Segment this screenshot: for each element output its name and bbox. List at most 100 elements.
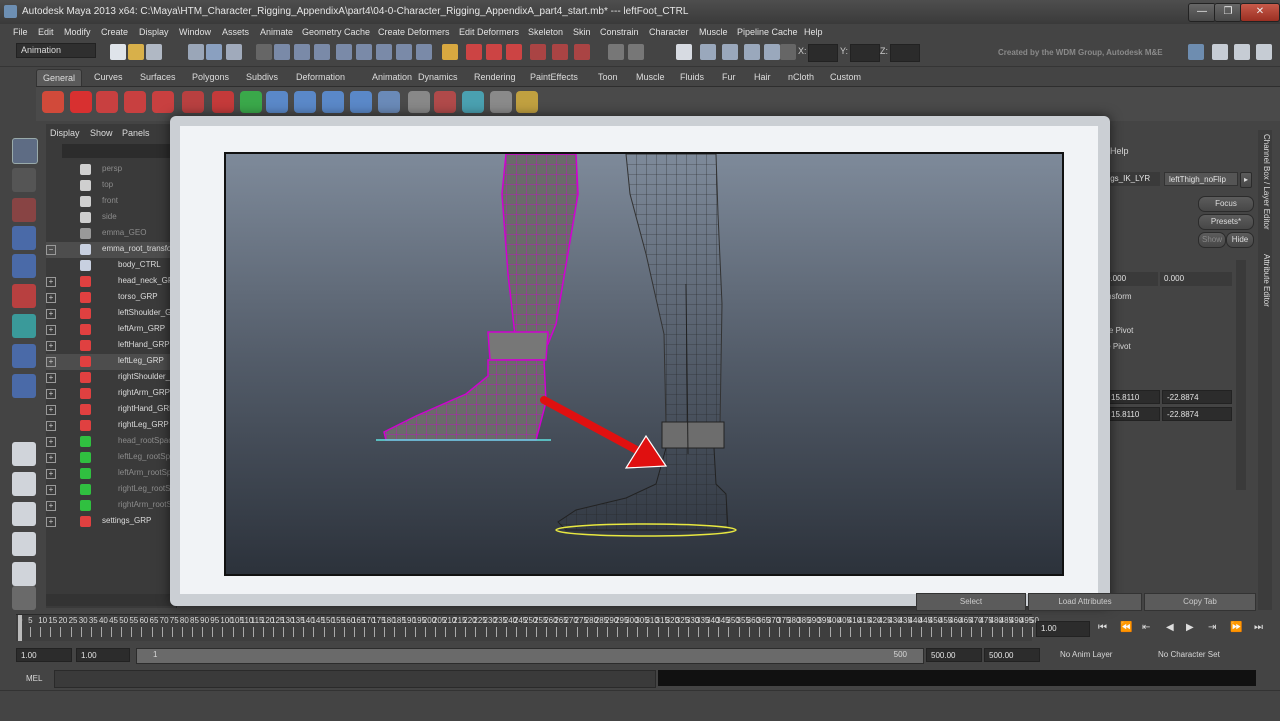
shelf-tab-custom[interactable]: Custom [824,69,867,85]
menu-edit[interactable]: Edit [38,27,54,37]
outliner-row[interactable]: side [46,210,178,226]
expand-icon[interactable]: + [46,325,56,335]
load-attributes-button[interactable]: Load Attributes [1028,593,1142,611]
transform-icon[interactable] [780,44,796,60]
outliner-row[interactable]: + head_neck_GRP [46,274,178,290]
shelf-tab-animation[interactable]: Animation [366,69,418,85]
menu-help[interactable]: Help [804,27,823,37]
select-object-icon[interactable] [206,44,222,60]
expand-icon[interactable]: + [46,421,56,431]
layer-tab-next-icon[interactable]: ▸ [1240,172,1252,188]
menu-geometry-cache[interactable]: Geometry Cache [302,27,370,37]
select-hierarchy-icon[interactable] [188,44,204,60]
select-component-icon[interactable] [226,44,242,60]
outliner-row[interactable]: + leftLeg_rootSpace [46,450,178,466]
menu-create-deformers[interactable]: Create Deformers [378,27,450,37]
outliner-row[interactable]: top [46,178,178,194]
outliner-menu-display[interactable]: Display [50,128,80,138]
right-leg-mesh[interactable] [555,153,737,537]
expand-icon[interactable]: + [46,373,56,383]
shelf-tool-15-icon[interactable] [434,91,456,113]
outliner-horizontal-scrollbar[interactable] [46,594,176,606]
shelf-tab-curves[interactable]: Curves [88,69,129,85]
outliner-row[interactable]: + rightHand_GRP [46,402,178,418]
time-slider[interactable]: 0510152025303540455055606570758085909510… [16,614,1039,641]
snap-live-icon[interactable] [356,44,372,60]
shelf-tool-16-icon[interactable] [462,91,484,113]
expand-icon[interactable]: + [46,485,56,495]
outliner-row[interactable]: + leftLeg_GRP [46,354,178,370]
menu-character[interactable]: Character [649,27,689,37]
expand-icon[interactable]: + [46,309,56,319]
outliner-menu-show[interactable]: Show [90,128,113,138]
expand-icon[interactable]: + [46,389,56,399]
menu-pipeline-cache[interactable]: Pipeline Cache [737,27,798,37]
outliner-row[interactable]: + rightArm_GRP [46,386,178,402]
outliner-row[interactable]: + torso_GRP [46,290,178,306]
outliner-row[interactable]: + rightLeg_GRP [46,418,178,434]
shelf-tool-3-icon[interactable] [96,91,118,113]
presets-button[interactable]: Presets* [1198,214,1254,230]
outliner-row[interactable]: − emma_root_transform [46,242,178,258]
snap-view-icon[interactable] [314,44,330,60]
outliner-filter-field[interactable] [62,144,176,158]
shelf-tool-18-icon[interactable] [516,91,538,113]
outliner-row[interactable]: + settings_GRP [46,514,178,530]
layout-custom-icon[interactable] [12,586,36,610]
shelf-tab-hair[interactable]: Hair [748,69,777,85]
panel-layout-2-icon[interactable] [1234,44,1250,60]
menu-modify[interactable]: Modify [64,27,91,37]
shelf-tab-fur[interactable]: Fur [716,69,742,85]
channel-help-menu[interactable]: Help [1110,146,1129,156]
layer-tab-leftthigh[interactable]: leftThigh_noFlip [1164,172,1238,186]
step-back-frame-icon[interactable]: ⇤ [1142,622,1150,633]
expand-icon[interactable]: + [46,453,56,463]
play-forward-icon[interactable]: ▶ [1186,622,1194,633]
playback-start-field[interactable]: 1.00 [76,648,130,662]
question-icon[interactable] [416,44,432,60]
menu-constrain[interactable]: Constrain [600,27,639,37]
shelf-help-icon[interactable] [70,91,92,113]
attr-field-1[interactable]: 0.000 [1102,272,1158,286]
menu-skeleton[interactable]: Skeleton [528,27,563,37]
outliner-row[interactable]: + rightShoulder_GRP [46,370,178,386]
render-layers-icon[interactable] [574,44,590,60]
panel-layout-3-icon[interactable] [1256,44,1272,60]
universal-tool-icon[interactable] [12,314,36,338]
panel-layout-icon[interactable] [1212,44,1228,60]
shelf-tool-7-icon[interactable] [212,91,234,113]
y-field[interactable] [850,44,880,62]
x-field[interactable] [808,44,838,62]
layout-hypershade-icon[interactable] [12,562,36,586]
shelf-joint-3-icon[interactable] [350,91,372,113]
character-set-dropdown[interactable]: No Character Set [1158,650,1220,659]
shelf-joint-2-icon[interactable] [322,91,344,113]
shelf-tab-dynamics[interactable]: Dynamics [412,69,464,85]
menu-create[interactable]: Create [101,27,128,37]
copy-tab-button[interactable]: Copy Tab [1144,593,1256,611]
snap-point-icon[interactable] [294,44,310,60]
menu-assets[interactable]: Assets [222,27,249,37]
shelf-tool-8-icon[interactable] [240,91,262,113]
collapse-icon[interactable]: − [46,245,56,255]
pivot-field-2[interactable]: -22.8874 [1162,390,1232,404]
close-button[interactable]: ✕ [1240,3,1280,22]
range-slider[interactable]: 1 500 [136,648,924,664]
focus-button[interactable]: Focus [1198,196,1254,212]
minimize-button[interactable]: — [1188,3,1216,22]
current-frame-field[interactable]: 1.00 [1036,621,1090,637]
playback-end-field[interactable]: 500.00 [926,648,982,662]
shelf-joint-icon[interactable] [294,91,316,113]
attribute-editor-tab[interactable]: Attribute Editor [1259,254,1271,307]
outliner-row[interactable]: + leftShoulder_GRP [46,306,178,322]
tool-settings-icon[interactable] [744,44,760,60]
shelf-tab-painteffects[interactable]: PaintEffects [524,69,584,85]
expand-icon[interactable]: + [46,517,56,527]
render-frame-icon[interactable] [466,44,482,60]
menu-muscle[interactable]: Muscle [699,27,728,37]
layout-persp-graph-icon[interactable] [12,532,36,556]
outliner-row[interactable]: body_CTRL [46,258,178,274]
shelf-joint-4-icon[interactable] [378,91,400,113]
open-scene-icon[interactable] [128,44,144,60]
expand-icon[interactable]: + [46,357,56,367]
